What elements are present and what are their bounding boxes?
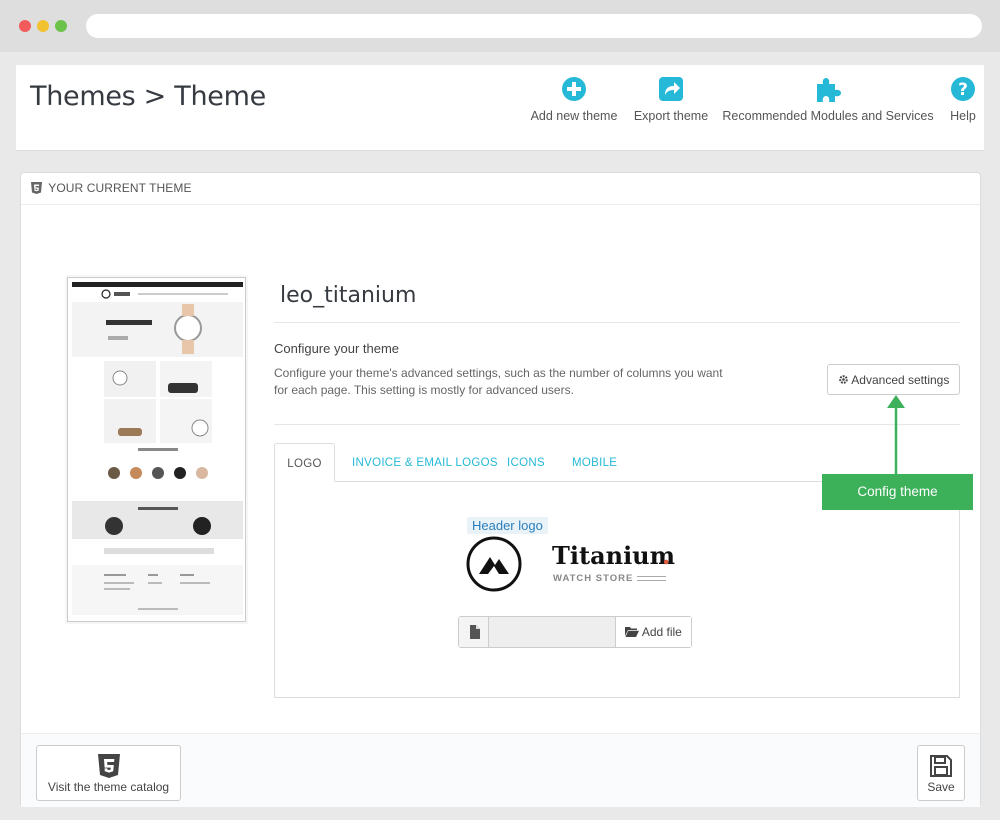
config-theme-callout: Config theme	[822, 474, 973, 510]
maximize-window-dot[interactable]	[55, 20, 67, 32]
minimize-window-dot[interactable]	[37, 20, 49, 32]
recommended-modules-button[interactable]: Recommended Modules and Services	[722, 75, 934, 123]
tab-logo[interactable]: LOGO	[274, 443, 335, 482]
panel-footer: Visit the theme catalog Save	[21, 733, 980, 807]
add-new-theme-label: Add new theme	[530, 109, 618, 123]
help-button[interactable]: ? Help	[946, 75, 980, 123]
divider	[274, 322, 960, 323]
visit-theme-catalog-label: Visit the theme catalog	[47, 780, 170, 794]
theme-name: leo_titanium	[280, 283, 417, 308]
tab-invoice-email-logos[interactable]: INVOICE & EMAIL LOGOS	[352, 443, 498, 482]
configure-theme-title: Configure your theme	[274, 341, 400, 356]
file-icon	[459, 617, 489, 647]
save-label: Save	[927, 780, 955, 794]
callout-arrow	[887, 395, 905, 474]
add-file-label: Add file	[641, 625, 682, 639]
cog-icon	[838, 375, 848, 384]
logo-file-upload: Add file	[458, 616, 692, 648]
tab-mobile[interactable]: MOBILE	[572, 443, 617, 482]
theme-preview-image	[68, 278, 245, 621]
puzzle-icon	[817, 78, 841, 102]
theme-preview-thumbnail	[67, 277, 246, 622]
divider	[274, 424, 960, 425]
browser-chrome	[0, 0, 1000, 52]
page-header: Themes > Theme Add new theme Export them…	[16, 65, 984, 151]
logo-brand: Titanium	[552, 541, 676, 570]
share-icon	[659, 77, 683, 101]
advanced-settings-button[interactable]: Advanced settings	[827, 364, 960, 395]
close-window-dot[interactable]	[19, 20, 31, 32]
configure-theme-description: Configure your theme's advanced settings…	[274, 366, 723, 397]
export-theme-button[interactable]: Export theme	[630, 75, 712, 123]
recommended-modules-label: Recommended Modules and Services	[722, 109, 934, 123]
file-name-input[interactable]	[489, 617, 615, 647]
plus-circle-icon	[562, 77, 586, 101]
header-logo-label: Header logo	[467, 517, 548, 534]
logo-tagline: WATCH STORE	[553, 573, 634, 584]
panel-heading-label: YOUR CURRENT THEME	[48, 181, 192, 195]
add-file-button[interactable]: Add file	[615, 617, 691, 647]
advanced-settings-label: Advanced settings	[851, 373, 950, 387]
floppy-icon	[930, 755, 952, 777]
tab-icons[interactable]: ICONS	[507, 443, 545, 482]
export-theme-label: Export theme	[633, 109, 709, 123]
visit-theme-catalog-button[interactable]: Visit the theme catalog	[36, 745, 181, 801]
address-bar[interactable]	[86, 14, 982, 38]
question-icon: ?	[951, 77, 975, 101]
add-new-theme-button[interactable]: Add new theme	[528, 75, 620, 123]
page-title: Themes > Theme	[30, 81, 266, 112]
svg-text:?: ?	[958, 80, 968, 100]
html5-icon	[31, 182, 42, 194]
logo-dot: .	[662, 541, 671, 570]
panel-heading: YOUR CURRENT THEME	[21, 173, 980, 205]
save-button[interactable]: Save	[917, 745, 965, 801]
help-label: Help	[950, 109, 976, 123]
logo-tagline-rule	[637, 576, 666, 581]
folder-open-icon	[625, 627, 640, 637]
header-logo-preview: Titanium . WATCH STORE	[466, 535, 696, 595]
html5-icon	[97, 754, 120, 778]
